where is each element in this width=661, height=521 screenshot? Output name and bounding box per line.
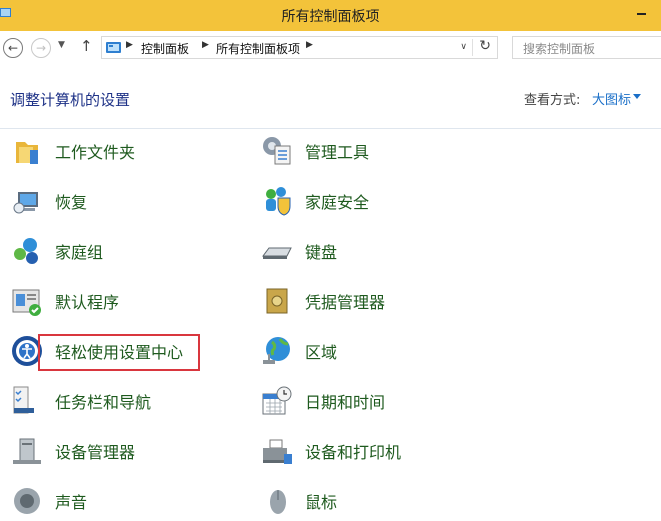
breadcrumb-separator[interactable]: ▶ (202, 40, 209, 50)
item-label[interactable]: 工作文件夹 (55, 139, 135, 163)
control-panel-app-icon (0, 8, 11, 17)
item-region[interactable]: 区域 (260, 331, 337, 371)
item-label[interactable]: 声音 (55, 489, 87, 513)
item-label[interactable]: 默认程序 (55, 289, 119, 313)
content-header: 调整计算机的设置 查看方式: 大图标 (0, 65, 661, 129)
item-label[interactable]: 鼠标 (305, 489, 337, 513)
item-label[interactable]: 凭据管理器 (305, 289, 385, 313)
admin-tools-icon (263, 137, 291, 165)
work-folders-icon (16, 142, 38, 164)
date-time-icon (262, 386, 292, 415)
forward-button[interactable]: → (31, 38, 51, 58)
sound-icon (14, 488, 40, 514)
refresh-icon[interactable]: ↻ (479, 38, 491, 54)
minimize-button[interactable] (621, 0, 661, 28)
item-keyboard[interactable]: 键盘 (260, 231, 337, 271)
view-by-dropdown[interactable]: 大图标 (592, 89, 631, 108)
breadcrumb-separator[interactable]: ▶ (306, 40, 313, 50)
up-button[interactable]: ↑ (80, 37, 93, 55)
address-dropdown-icon[interactable]: ∨ (460, 42, 467, 52)
navigation-bar: ← → ▼ ↑ ▶ 控制面板 ▶ 所有控制面板项 ▶ ∨ ↻ (0, 31, 661, 65)
breadcrumb-all-items[interactable]: 所有控制面板项 (216, 40, 300, 57)
item-device-manager[interactable]: 设备管理器 (10, 431, 135, 471)
item-homegroup[interactable]: 家庭组 (10, 231, 103, 271)
item-taskbar-navigation[interactable]: 任务栏和导航 (10, 381, 151, 421)
item-label[interactable]: 管理工具 (305, 139, 369, 163)
item-date-time[interactable]: 日期和时间 (260, 381, 385, 421)
item-work-folders[interactable]: 工作文件夹 (10, 131, 135, 171)
item-label[interactable]: 日期和时间 (305, 389, 385, 413)
recovery-icon (13, 192, 38, 214)
item-label[interactable]: 家庭组 (55, 239, 103, 263)
breadcrumb-separator[interactable]: ▶ (126, 40, 133, 50)
region-icon (263, 337, 290, 364)
item-sound[interactable]: 声音 (10, 481, 87, 521)
highlight-box (38, 334, 200, 371)
item-label[interactable]: 设备管理器 (55, 439, 135, 463)
address-bar[interactable]: ▶ 控制面板 ▶ 所有控制面板项 ▶ ∨ ↻ (101, 36, 498, 59)
devices-printers-icon (263, 439, 292, 464)
item-label[interactable]: 键盘 (305, 239, 337, 263)
family-safety-icon (266, 187, 291, 216)
view-by-label: 查看方式: (524, 93, 581, 108)
item-label[interactable]: 任务栏和导航 (55, 389, 151, 413)
item-label[interactable]: 家庭安全 (305, 189, 369, 213)
item-label[interactable]: 区域 (305, 339, 337, 363)
view-by-chevron-icon[interactable] (633, 94, 641, 99)
back-button[interactable]: ← (3, 38, 23, 58)
taskbar-navigation-icon (13, 386, 34, 414)
title-bar: 所有控制面板项 (0, 0, 661, 31)
window-title: 所有控制面板项 (281, 8, 380, 25)
homegroup-icon (14, 238, 38, 264)
default-programs-icon (12, 289, 41, 316)
item-label[interactable]: 设备和打印机 (305, 439, 401, 463)
control-panel-icon (106, 42, 121, 53)
item-devices-printers[interactable]: 设备和打印机 (260, 431, 401, 471)
item-default-programs[interactable]: 默认程序 (10, 281, 119, 321)
search-input[interactable] (521, 38, 661, 59)
device-manager-icon (13, 438, 41, 464)
credential-manager-icon (266, 288, 288, 314)
item-family-safety[interactable]: 家庭安全 (260, 181, 369, 221)
mouse-icon (270, 490, 286, 514)
page-title: 调整计算机的设置 (10, 91, 131, 109)
address-divider (472, 39, 473, 56)
breadcrumb-control-panel[interactable]: 控制面板 (141, 40, 189, 57)
item-recovery[interactable]: 恢复 (10, 181, 87, 221)
search-box[interactable] (512, 36, 661, 59)
item-admin-tools[interactable]: 管理工具 (260, 131, 369, 171)
item-label[interactable]: 恢复 (55, 189, 87, 213)
keyboard-icon (262, 247, 292, 259)
item-mouse[interactable]: 鼠标 (260, 481, 337, 521)
item-credential-manager[interactable]: 凭据管理器 (260, 281, 385, 321)
recent-locations-dropdown[interactable]: ▼ (58, 40, 65, 50)
